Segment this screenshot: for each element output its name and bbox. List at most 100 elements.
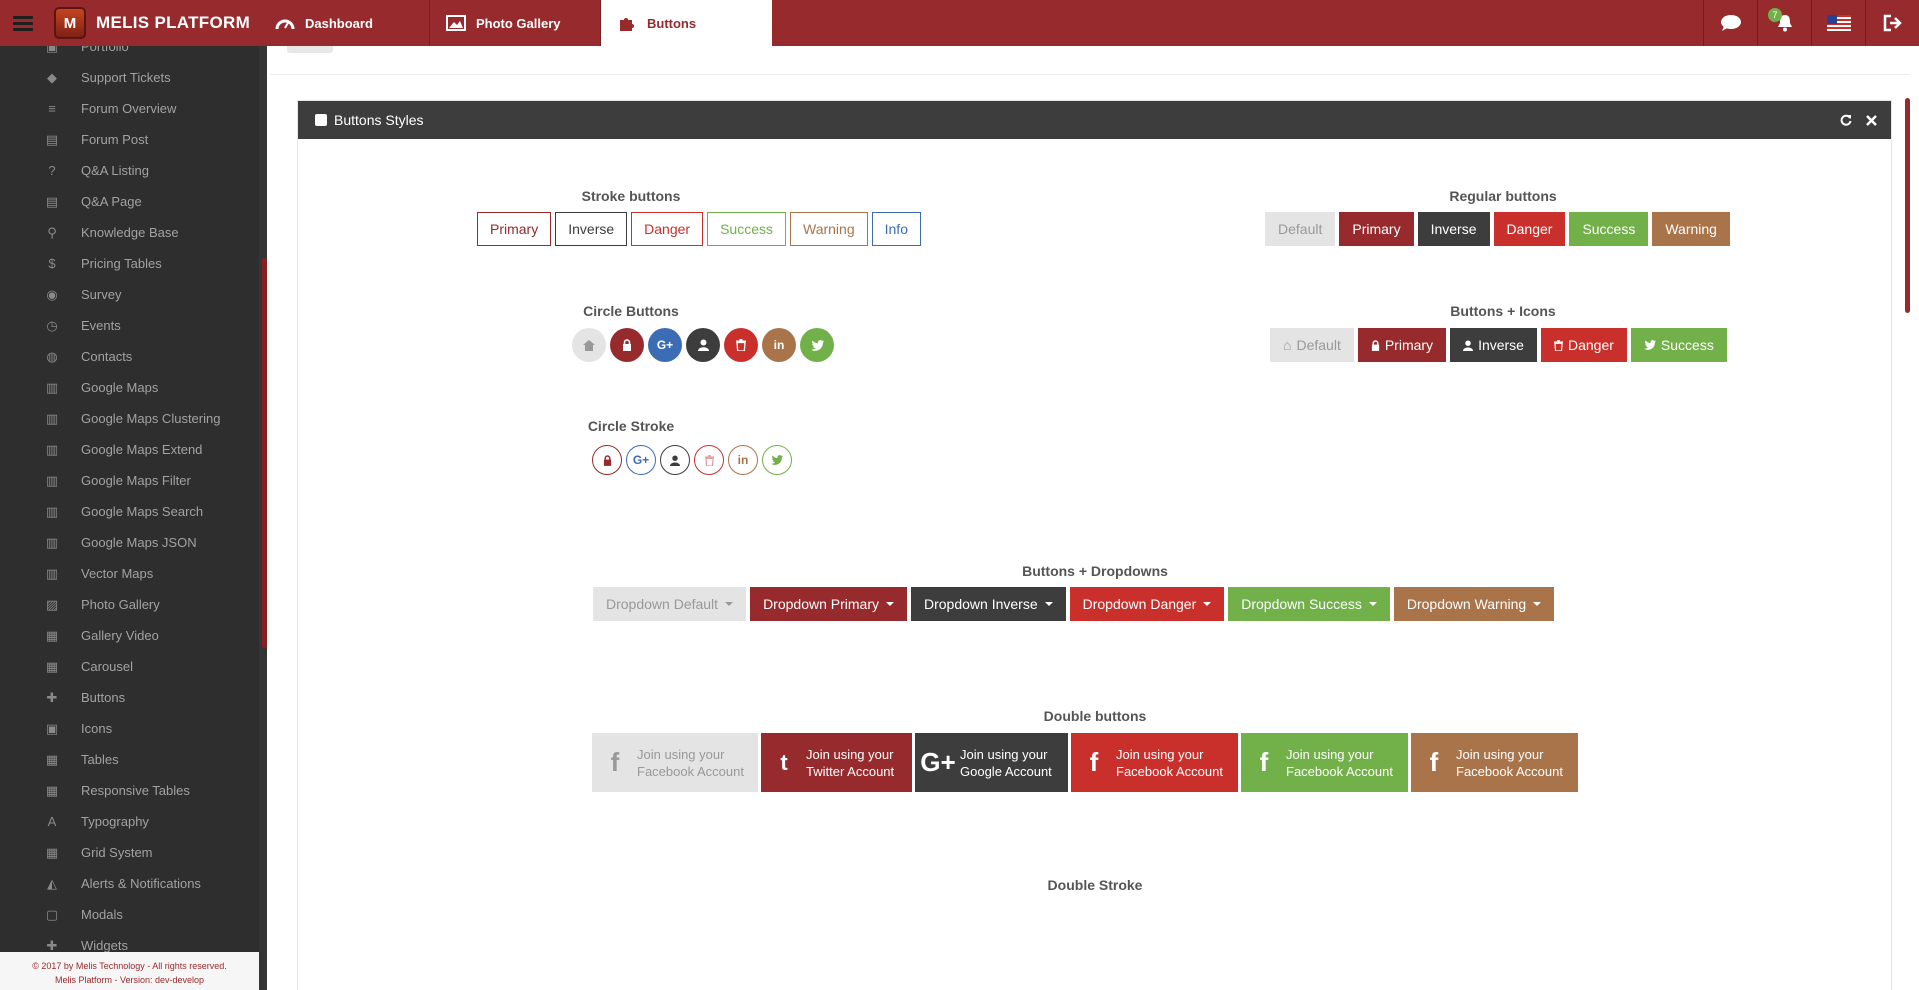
circle-trash-button[interactable] <box>724 328 758 362</box>
stroke-primary-button[interactable]: Primary <box>477 212 552 246</box>
panel-checkbox[interactable] <box>315 114 327 126</box>
dropdown-success-button[interactable]: Dropdown Success <box>1228 587 1390 621</box>
menu-toggle-button[interactable] <box>0 0 46 46</box>
icon-inverse-button[interactable]: Inverse <box>1450 328 1537 362</box>
sidebar-item[interactable]: ⚲ Knowledge Base <box>0 217 259 248</box>
sidebar-item[interactable]: ▦ Grid System <box>0 837 259 868</box>
regular-default-button[interactable]: Default <box>1265 212 1336 246</box>
stroke-danger-button[interactable]: Danger <box>631 212 704 246</box>
sidebar-item[interactable]: ▥ Google Maps <box>0 372 259 403</box>
sidebar-item[interactable]: ▣ Icons <box>0 713 259 744</box>
circle-stroke-twitter-button[interactable] <box>762 445 792 475</box>
sidebar-item[interactable]: ▤ Forum Post <box>0 124 259 155</box>
stroke-warning-button[interactable]: Warning <box>790 212 868 246</box>
sidebar-item-label: Portfolio <box>81 46 129 54</box>
regular-warning-button[interactable]: Warning <box>1652 212 1730 246</box>
circle-lock-button[interactable] <box>610 328 644 362</box>
circle-stroke-lock-button[interactable] <box>592 445 622 475</box>
icon-success-button[interactable]: Success <box>1630 328 1727 362</box>
sidebar-item[interactable]: ▥ Vector Maps <box>0 558 259 589</box>
circle-google-button[interactable]: G+ <box>648 328 682 362</box>
footer-company-link[interactable]: Melis Technology <box>76 961 145 971</box>
refresh-icon[interactable] <box>1840 114 1852 126</box>
sidebar-item[interactable]: ▦ Responsive Tables <box>0 775 259 806</box>
sidebar-item[interactable]: ▥ Google Maps Search <box>0 496 259 527</box>
brand[interactable]: M MELIS PLATFORM <box>46 0 259 46</box>
double-warning-button[interactable]: f Join using your Facebook Account <box>1411 733 1578 792</box>
sidebar-item[interactable]: ◉ Survey <box>0 279 259 310</box>
double-danger-button[interactable]: f Join using your Facebook Account <box>1071 733 1238 792</box>
tab-buttons[interactable]: Buttons <box>601 0 772 46</box>
logout-button[interactable] <box>1865 0 1919 46</box>
regular-success-button[interactable]: Success <box>1569 212 1649 246</box>
sidebar-item[interactable]: ▥ Google Maps Extend <box>0 434 259 465</box>
sidebar-item[interactable]: ▨ Photo Gallery <box>0 589 259 620</box>
icon-primary-button[interactable]: Primary <box>1357 328 1447 362</box>
circle-stroke-user-button[interactable] <box>660 445 690 475</box>
sidebar-item[interactable]: A Typography <box>0 806 259 837</box>
sidebar-item[interactable]: ▤ Q&A Page <box>0 186 259 217</box>
sidebar-item[interactable]: ▦ Carousel <box>0 651 259 682</box>
regular-primary-button[interactable]: Primary <box>1339 212 1414 246</box>
close-icon[interactable] <box>1866 114 1877 126</box>
page-scrollbar[interactable] <box>1905 98 1910 313</box>
sidebar-item[interactable]: ✚ Buttons <box>0 682 259 713</box>
sidebar-item[interactable]: $ Pricing Tables <box>0 248 259 279</box>
dropdown-default-button[interactable]: Dropdown Default <box>593 587 747 621</box>
sidebar-item[interactable]: ▣ Portfolio <box>0 46 259 62</box>
sidebar-item[interactable]: ◭ Alerts & Notifications <box>0 868 259 899</box>
dropdown-danger-button[interactable]: Dropdown Danger <box>1069 587 1225 621</box>
circle-stroke-row: G+ in <box>592 445 792 475</box>
double-inverse-button[interactable]: G+ Join using your Google Account <box>915 733 1068 792</box>
double-stroke-warning-button[interactable]: f Join using your Facebook Account <box>1330 902 1497 961</box>
sidebar-item[interactable]: ▥ Google Maps JSON <box>0 527 259 558</box>
double-stroke-primary-button[interactable]: t Join using your Twitter Account <box>680 902 832 961</box>
double-stroke-success-button[interactable]: f Join using your Facebook Account <box>1160 902 1327 961</box>
sidebar-item[interactable]: ▦ Gallery Video <box>0 620 259 651</box>
us-flag-icon <box>1826 15 1851 31</box>
regular-danger-button[interactable]: Danger <box>1493 212 1566 246</box>
language-button[interactable] <box>1811 0 1865 46</box>
circle-linkedin-button[interactable]: in <box>762 328 796 362</box>
icon-danger-button[interactable]: Danger <box>1540 328 1627 362</box>
circle-home-button[interactable] <box>572 328 606 362</box>
double-stroke-danger-button[interactable]: f Join using your Facebook Account <box>990 902 1157 961</box>
dropdown-primary-button[interactable]: Dropdown Primary <box>750 587 907 621</box>
double-default-button[interactable]: f Join using your Facebook Account <box>592 733 758 792</box>
icon-default-button[interactable]: ⌂ Default <box>1270 328 1354 362</box>
sidebar-item[interactable]: ▥ Google Maps Filter <box>0 465 259 496</box>
sidebar-item[interactable]: ◆ Support Tickets <box>0 62 259 93</box>
tab-dashboard[interactable]: Dashboard <box>259 0 430 46</box>
circle-stroke-linkedin-button[interactable]: in <box>728 445 758 475</box>
footer-platform: Melis Platform <box>54 975 112 985</box>
notifications-button[interactable]: 7 <box>1757 0 1811 46</box>
sidebar-item[interactable]: ▥ Google Maps Clustering <box>0 403 259 434</box>
sidebar-item[interactable]: ▦ Tables <box>0 744 259 775</box>
dropdown-warning-button[interactable]: Dropdown Warning <box>1393 587 1555 621</box>
sidebar-item[interactable]: ▢ Modals <box>0 899 259 930</box>
user-icon <box>1463 340 1474 351</box>
notification-badge: 7 <box>1768 8 1782 22</box>
double-primary-button[interactable]: t Join using your Twitter Account <box>761 733 912 792</box>
map-icon: ▥ <box>45 565 59 581</box>
stroke-info-button[interactable]: Info <box>871 212 921 246</box>
circle-twitter-button[interactable] <box>800 328 834 362</box>
sidebar-item[interactable]: ◷ Events <box>0 310 259 341</box>
double-success-button[interactable]: f Join using your Facebook Account <box>1241 733 1408 792</box>
circle-stroke-trash-button[interactable] <box>694 445 724 475</box>
stroke-inverse-button[interactable]: Inverse <box>555 212 628 246</box>
circle-stroke-google-button[interactable]: G+ <box>626 445 656 475</box>
chat-button[interactable] <box>1703 0 1757 46</box>
double-stroke-inverse-button[interactable]: G+ Join using your Google Account <box>835 902 987 961</box>
regular-inverse-button[interactable]: Inverse <box>1417 212 1490 246</box>
dropdown-inverse-button[interactable]: Dropdown Inverse <box>911 587 1066 621</box>
sidebar-item[interactable]: ? Q&A Listing <box>0 155 259 186</box>
sidebar-item[interactable]: ◍ Contacts <box>0 341 259 372</box>
circle-user-button[interactable] <box>686 328 720 362</box>
stroke-success-button[interactable]: Success <box>707 212 786 246</box>
sidebar-scrollbar[interactable] <box>262 258 267 648</box>
tab-photo-gallery[interactable]: Photo Gallery <box>430 0 601 46</box>
bell-icon: ◭ <box>47 875 57 891</box>
sidebar-item[interactable]: ≡ Forum Overview <box>0 93 259 124</box>
sidebar-item-label: Contacts <box>81 349 133 364</box>
